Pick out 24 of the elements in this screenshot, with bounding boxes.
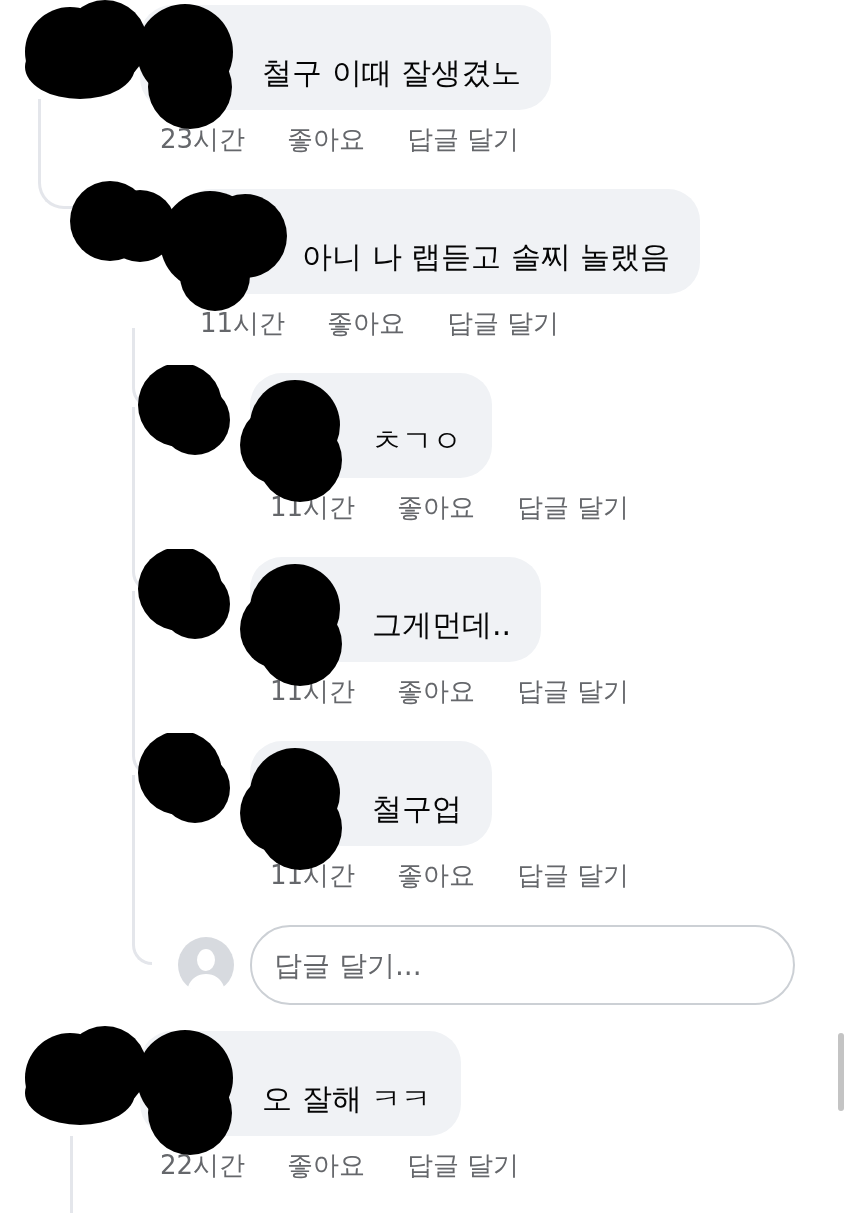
reply-link[interactable]: 답글 달기 [517, 857, 630, 893]
timestamp: 11시간 [200, 306, 286, 340]
like-link[interactable]: 좋아요 [287, 121, 366, 157]
reply-link[interactable]: 답글 달기 [407, 1147, 520, 1183]
avatar-placeholder-icon [178, 937, 234, 993]
timestamp: 22시간 [160, 1148, 246, 1182]
like-link[interactable]: 좋아요 [327, 305, 406, 341]
scrollbar[interactable] [838, 1033, 844, 1111]
reply-link[interactable]: 답글 달기 [447, 305, 560, 341]
comment-text: 철구업 [372, 791, 462, 826]
comment-text: 오 잘해 ㅋㅋ [262, 1081, 432, 1116]
timestamp: 23시간 [160, 122, 246, 156]
reply-link[interactable]: 답글 달기 [517, 673, 630, 709]
comment-text: 그게먼데.. [372, 607, 512, 642]
reply-link[interactable]: 답글 달기 [517, 489, 630, 525]
like-link[interactable]: 좋아요 [397, 673, 476, 709]
comment-text: ㅊㄱㅇ [372, 423, 462, 458]
reply-link[interactable]: 답글 달기 [407, 121, 520, 157]
like-link[interactable]: 좋아요 [287, 1147, 366, 1183]
like-link[interactable]: 좋아요 [397, 489, 476, 525]
reply-input-field[interactable]: 답글 달기... [250, 925, 795, 1005]
like-link[interactable]: 좋아요 [397, 857, 476, 893]
comment-text: 아니 나 랩듣고 솔찌 놀랬음 [302, 239, 671, 274]
comment-text: 철구 이때 잘생겼노 [262, 55, 522, 90]
